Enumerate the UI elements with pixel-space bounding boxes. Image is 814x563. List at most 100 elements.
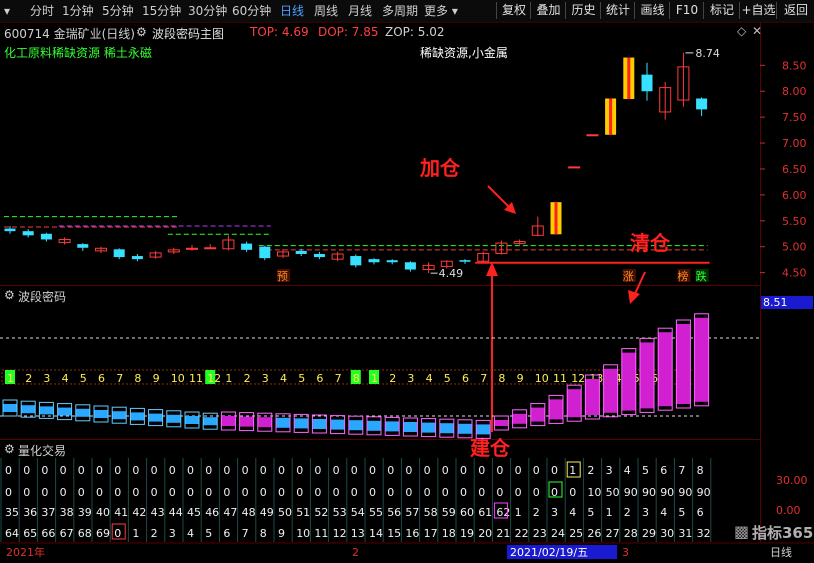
table-cell: 0	[314, 486, 321, 499]
counter-label: 10	[171, 372, 185, 385]
table-cell: 0	[515, 486, 522, 499]
candle-body	[241, 243, 253, 250]
table-cell: 28	[624, 527, 638, 540]
table-cell: 0	[169, 486, 176, 499]
y-tick-label: 8.00	[782, 85, 807, 98]
marker-label: 榜	[677, 269, 688, 283]
y-tick-label: 5.50	[782, 215, 807, 228]
candle-stripe	[627, 57, 631, 100]
band-block	[94, 410, 108, 418]
table-cell: 0	[242, 486, 249, 499]
table-cell: 26	[587, 527, 601, 540]
table-cell: 41	[114, 506, 128, 519]
table-cell: 49	[260, 506, 274, 519]
counter-label: 1	[225, 372, 232, 385]
table-cell: 0	[478, 486, 485, 499]
table-cell: 0	[169, 464, 176, 477]
table-cell: 0	[405, 464, 412, 477]
table-cell: 43	[151, 506, 165, 519]
counter-label: 8	[353, 372, 360, 385]
y-tick-label: 7.00	[782, 137, 807, 150]
band-block	[166, 414, 181, 423]
band-block	[239, 416, 254, 427]
counter-label: 4	[62, 372, 69, 385]
table-cell: 42	[132, 506, 146, 519]
table-cell: 90	[624, 486, 638, 499]
table-cell: 4	[660, 506, 667, 519]
table-cell: 9	[278, 527, 285, 540]
table-cell: 0	[132, 486, 139, 499]
band-block	[257, 417, 272, 428]
counter-label: 11	[553, 372, 567, 385]
band-block	[658, 332, 673, 407]
counter-label: 12	[571, 372, 585, 385]
table-cell: 64	[5, 527, 19, 540]
table-cell: 0	[405, 486, 412, 499]
table-cell: 37	[41, 506, 55, 519]
table-cell: 25	[569, 527, 583, 540]
band-block	[367, 420, 381, 431]
table-cell: 46	[205, 506, 219, 519]
chart-canvas: 4.50 5.00 5.50 6.00 6.50 7.00 7.50 8.00 8.50 8.74…	[0, 47, 814, 559]
table-cell: 21	[496, 527, 510, 540]
counter-label: 9	[517, 372, 524, 385]
candle-body	[459, 260, 471, 262]
build-arrowhead	[486, 262, 498, 276]
table-cell: 3	[606, 464, 613, 477]
table-cell: 0	[533, 486, 540, 499]
table-cell: 10	[587, 486, 601, 499]
table-cell: 58	[424, 506, 438, 519]
band-block	[494, 420, 509, 426]
candle-body	[22, 231, 34, 236]
band-block	[621, 352, 636, 411]
band-block	[694, 317, 709, 402]
add-annotation: 加仓	[419, 156, 461, 180]
table-cell: 0	[296, 464, 303, 477]
table-cell: 0	[205, 464, 212, 477]
table-cell: 0	[114, 527, 121, 540]
table-cell: 0	[496, 486, 503, 499]
table-cell: 7	[242, 527, 249, 540]
table-cell: 0	[5, 464, 12, 477]
counter-label: 7	[480, 372, 487, 385]
table-cell: 0	[387, 464, 394, 477]
table-cell: 0	[369, 486, 376, 499]
band-block	[530, 407, 545, 422]
table-cell: 54	[351, 506, 365, 519]
table-cell: 90	[678, 486, 692, 499]
table-cell: 8	[260, 527, 267, 540]
table-cell: 45	[187, 506, 201, 519]
counter-label: 7	[335, 372, 342, 385]
band-block	[385, 421, 400, 432]
table-cell: 39	[78, 506, 92, 519]
table-cell: 5	[205, 527, 212, 540]
table-cell: 19	[460, 527, 474, 540]
counter-label: 2	[25, 372, 32, 385]
table-cell: 0	[78, 486, 85, 499]
candle-stripe	[554, 202, 558, 235]
counter-label: 6	[98, 372, 105, 385]
table-cell: 40	[96, 506, 110, 519]
counter-label: 5	[80, 372, 87, 385]
band-block	[585, 379, 600, 415]
counter-label: 9	[153, 372, 160, 385]
table-cell: 18	[442, 527, 456, 540]
table-cell: 2	[624, 506, 631, 519]
candle-body	[204, 247, 217, 250]
table-cell: 17	[424, 527, 438, 540]
table-cell: 20	[478, 527, 492, 540]
table-cell: 90	[660, 486, 674, 499]
table-cell: 0	[424, 486, 431, 499]
band-block	[221, 416, 236, 426]
table-cell: 0	[442, 486, 449, 499]
band-block	[294, 418, 309, 429]
table-cell: 0	[223, 464, 230, 477]
table-cell: 51	[296, 506, 310, 519]
table-cell: 69	[96, 527, 110, 540]
table-cell: 0	[551, 464, 558, 477]
clear-arrowhead	[628, 290, 640, 304]
y-tick-label: 7.50	[782, 111, 807, 124]
band-block	[130, 412, 145, 421]
table-cell: 90	[697, 486, 711, 499]
table-cell: 0	[296, 486, 303, 499]
